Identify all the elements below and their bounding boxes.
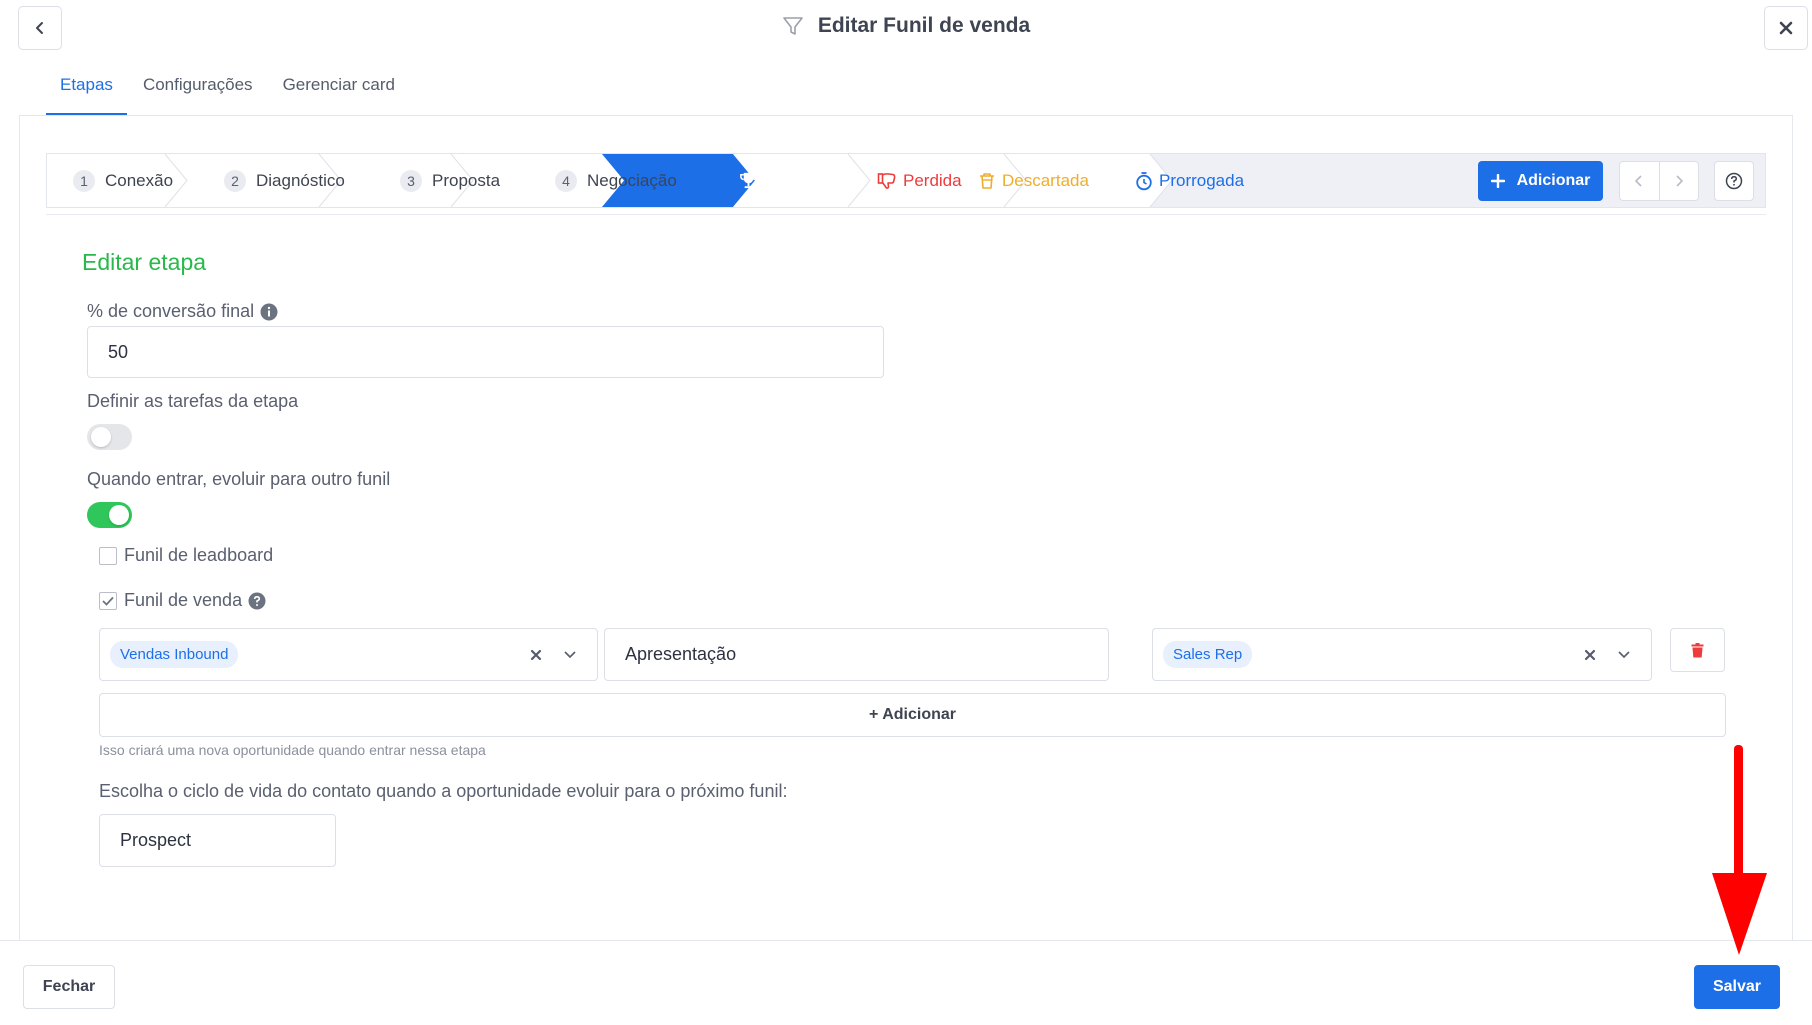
chevron-left-icon bbox=[1635, 175, 1642, 187]
step-conexao[interactable]: 1 Conexão bbox=[73, 154, 173, 207]
evolve-label: Quando entrar, evoluir para outro funil bbox=[87, 469, 391, 489]
help-button[interactable] bbox=[1714, 161, 1754, 201]
clear-owner-icon[interactable] bbox=[1581, 646, 1599, 664]
toggle-knob bbox=[109, 505, 129, 525]
step-ganha[interactable]: Ganha bbox=[739, 154, 815, 207]
clear-funnel-icon[interactable] bbox=[527, 646, 545, 664]
checkmark-icon bbox=[102, 596, 114, 606]
step-label: Descartada bbox=[1002, 170, 1089, 190]
lifecycle-label: Escolha o ciclo de vida do contato quand… bbox=[99, 781, 788, 801]
stopwatch-icon bbox=[1136, 171, 1152, 190]
define-tasks-label: Definir as tarefas da etapa bbox=[87, 391, 299, 411]
salvar-button[interactable]: Salvar bbox=[1694, 965, 1780, 1009]
conversion-label-text: % de conversão final bbox=[87, 301, 255, 321]
funnel-icon bbox=[783, 17, 803, 35]
section-title: Editar etapa bbox=[82, 249, 207, 275]
annotation-arrow-icon bbox=[1712, 745, 1767, 955]
chevron-right-icon bbox=[1676, 175, 1683, 187]
add-row-button[interactable]: + Adicionar bbox=[99, 693, 1726, 737]
add-step-label: Adicionar bbox=[1516, 172, 1591, 189]
next-step-button[interactable] bbox=[1660, 162, 1699, 200]
stage-field[interactable]: Apresentação bbox=[604, 628, 1109, 681]
modal-title-text: Editar Funil de venda bbox=[817, 14, 1031, 37]
question-icon[interactable] bbox=[248, 592, 266, 610]
hint-text: Isso criará uma nova oportunidade quando… bbox=[99, 742, 486, 758]
trash-icon bbox=[980, 172, 994, 189]
close-button[interactable] bbox=[1764, 6, 1808, 50]
step-label: Negociação bbox=[587, 170, 677, 190]
step-label: Diagnóstico bbox=[256, 170, 345, 190]
evolve-toggle[interactable] bbox=[87, 502, 132, 528]
define-tasks-toggle[interactable] bbox=[87, 424, 132, 450]
step-label: Prorrogada bbox=[1159, 170, 1245, 190]
conversion-label: % de conversão final bbox=[87, 301, 278, 322]
step-diagnostico[interactable]: 2 Diagnóstico bbox=[224, 154, 345, 207]
prev-step-button[interactable] bbox=[1620, 162, 1660, 200]
owner-tag: Sales Rep bbox=[1163, 641, 1253, 668]
info-icon[interactable] bbox=[260, 303, 278, 321]
tab-gerenciar-card[interactable]: Gerenciar card bbox=[283, 58, 395, 115]
step-label: Conexão bbox=[105, 170, 174, 190]
step-number: 3 bbox=[400, 169, 422, 192]
fechar-button[interactable]: Fechar bbox=[23, 965, 115, 1009]
funnel-tag: Vendas Inbound bbox=[110, 641, 239, 668]
step-number: 4 bbox=[555, 169, 577, 192]
sales-funnel-label-text: Funil de venda bbox=[124, 590, 243, 610]
steps-pagination bbox=[1619, 161, 1699, 201]
step-prorrogada[interactable]: Prorrogada bbox=[1135, 154, 1244, 207]
tab-etapas[interactable]: Etapas bbox=[46, 58, 127, 115]
trophy-icon bbox=[740, 172, 757, 189]
top-tabs: Etapas Configurações Gerenciar card bbox=[46, 58, 395, 115]
add-step-button[interactable]: Adicionar bbox=[1478, 161, 1603, 201]
trash-icon bbox=[1691, 642, 1704, 657]
step-descartada[interactable]: Descartada bbox=[978, 154, 1089, 207]
modal-title: Editar Funil de venda bbox=[0, 14, 1812, 38]
leadboard-label: Funil de leadboard bbox=[124, 545, 274, 565]
conversion-input[interactable]: 50 bbox=[87, 326, 884, 378]
close-icon bbox=[1779, 21, 1793, 35]
step-label: Perdida bbox=[903, 170, 962, 190]
plus-icon bbox=[1490, 174, 1505, 188]
lifecycle-select[interactable]: Prospect bbox=[99, 814, 336, 867]
thumbs-down-icon bbox=[877, 172, 896, 189]
owner-select[interactable]: Sales Rep bbox=[1152, 628, 1652, 681]
tab-configuracoes[interactable]: Configurações bbox=[143, 58, 253, 115]
leadboard-checkbox[interactable] bbox=[99, 547, 117, 565]
step-number: 2 bbox=[224, 169, 246, 192]
step-proposta[interactable]: 3 Proposta bbox=[400, 154, 500, 207]
funnel-select[interactable]: Vendas Inbound bbox=[99, 628, 598, 681]
chevron-down-icon[interactable] bbox=[1615, 646, 1633, 664]
chevron-down-icon[interactable] bbox=[561, 646, 579, 664]
step-label: Ganha bbox=[764, 170, 816, 190]
sales-funnel-checkbox[interactable] bbox=[99, 592, 117, 610]
delete-row-button[interactable] bbox=[1670, 628, 1725, 672]
help-circle-icon bbox=[1725, 172, 1743, 190]
step-label: Proposta bbox=[432, 170, 501, 190]
divider bbox=[46, 214, 1766, 215]
step-number: 1 bbox=[73, 169, 95, 192]
footer-divider bbox=[0, 940, 1812, 941]
step-negociacao[interactable]: 4 Negociação bbox=[555, 154, 677, 207]
step-perdida[interactable]: Perdida bbox=[877, 154, 962, 207]
sales-funnel-label: Funil de venda bbox=[124, 590, 266, 611]
toggle-knob bbox=[91, 427, 111, 447]
steps-bar: 1 Conexão 2 Diagnóstico 3 Proposta 4 Neg… bbox=[46, 153, 1766, 208]
